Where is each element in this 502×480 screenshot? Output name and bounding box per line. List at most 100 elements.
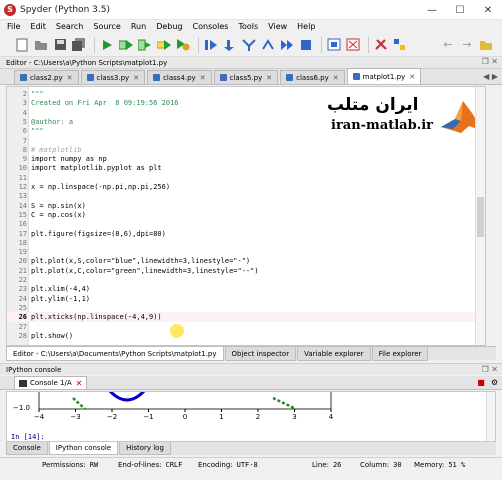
options-icon[interactable]: ⚙ [491, 378, 498, 387]
save-icon[interactable] [52, 37, 68, 53]
save-all-icon[interactable] [71, 37, 87, 53]
scrollbar-thumb[interactable] [477, 197, 484, 237]
file-tab[interactable]: class2.py ✕ [14, 70, 79, 84]
close-tab-icon[interactable]: ✕ [200, 74, 206, 82]
toolbar-separator [94, 36, 95, 53]
window-controls: — ☐ ✕ [418, 0, 502, 20]
console-scrollbar[interactable] [486, 392, 495, 441]
debug-icon[interactable] [203, 37, 219, 53]
sin-curve [108, 392, 146, 402]
menu-consoles[interactable]: Consoles [188, 22, 234, 31]
file-tab[interactable]: class6.py ✕ [280, 70, 345, 84]
continue-icon[interactable] [279, 37, 295, 53]
menu-run[interactable]: Run [126, 22, 151, 31]
file-tab-active[interactable]: matplot1.py ✕ [346, 68, 422, 84]
file-tab-label: class5.py [229, 73, 263, 82]
run-selection-icon[interactable] [156, 37, 172, 53]
run-icon[interactable] [99, 37, 115, 53]
tab-ipython-console[interactable]: IPython console [48, 442, 119, 455]
file-tab[interactable]: class5.py ✕ [213, 70, 279, 84]
ipython-title: IPython console [6, 365, 62, 374]
menu-source[interactable]: Source [88, 22, 125, 31]
close-console-icon[interactable]: ✕ [76, 379, 83, 388]
forward-icon[interactable]: → [459, 37, 475, 53]
plot-xtick-label: 0 [183, 413, 187, 421]
tab-variable-explorer[interactable]: Variable explorer [297, 347, 371, 361]
toolbar-separator [368, 36, 369, 53]
menu-debug[interactable]: Debug [151, 22, 187, 31]
close-tab-icon[interactable]: ✕ [67, 74, 73, 82]
status-encoding: Encoding: UTF-8 [198, 460, 258, 469]
close-tab-icon[interactable]: ✕ [409, 73, 415, 81]
console-tab[interactable]: Console 1/A ✕ [14, 376, 88, 389]
menu-search[interactable]: Search [51, 22, 88, 31]
editor-scrollbar[interactable] [475, 87, 485, 345]
pane-controls[interactable]: ❐ ✕ [482, 57, 498, 66]
maximize-pane-icon[interactable] [326, 37, 342, 53]
tab-file-explorer[interactable]: File explorer [371, 347, 429, 361]
window-title: Spyder (Python 3.5) [20, 4, 110, 15]
open-file-icon[interactable] [33, 37, 49, 53]
ipython-console[interactable]: −1.0 −4 −3 −2 −1 0 1 2 3 4 In [14]: [6, 391, 496, 442]
menu-bar: File Edit Search Source Run Debug Consol… [0, 20, 502, 33]
console-tab-label: Console 1/A [30, 379, 72, 387]
plot-xtick-label: 3 [292, 413, 296, 421]
menu-edit[interactable]: Edit [25, 22, 51, 31]
tab-object-inspector[interactable]: Object inspector [224, 347, 297, 361]
minimize-button[interactable]: — [418, 0, 446, 20]
step-icon[interactable] [222, 37, 238, 53]
mouse-cursor-highlight [170, 324, 184, 338]
menu-tools[interactable]: Tools [233, 22, 263, 31]
plot-xtick-label: −3 [70, 413, 80, 421]
step-into-icon[interactable] [241, 37, 257, 53]
stop-icon[interactable]: ■ [477, 378, 485, 387]
file-tab[interactable]: class4.py ✕ [147, 70, 212, 84]
code-line[interactable]: 28 plt.show() [7, 331, 485, 341]
new-file-icon[interactable] [14, 37, 30, 53]
python-path-icon[interactable] [392, 37, 408, 53]
maximize-button[interactable]: ☐ [446, 0, 474, 20]
fullscreen-icon[interactable] [345, 37, 361, 53]
preferences-icon[interactable] [373, 37, 389, 53]
status-column: Column: 30 [360, 460, 402, 469]
editor-pane-title: Editor - C:\Users\a\Python Scripts\matpl… [0, 57, 502, 69]
file-tab[interactable]: class3.py ✕ [80, 70, 146, 84]
status-bar: Permissions: RW End-of-lines: CRLF Encodin… [0, 457, 502, 471]
close-tab-icon[interactable]: ✕ [333, 74, 339, 82]
tab-console[interactable]: Console [6, 442, 48, 455]
tab-editor[interactable]: Editor - C:\Users\a\Documents\Python Scr… [6, 347, 224, 361]
cos-curve-right [272, 396, 297, 411]
file-tab-label: class4.py [163, 73, 196, 82]
plot-xtick-label: −2 [107, 413, 117, 421]
close-tab-icon[interactable]: ✕ [266, 74, 272, 82]
browse-folder-icon[interactable] [478, 37, 494, 53]
close-button[interactable]: ✕ [474, 0, 502, 20]
main-toolbar: ← → [0, 33, 502, 57]
menu-view[interactable]: View [263, 22, 292, 31]
menu-help[interactable]: Help [292, 22, 320, 31]
pane-controls[interactable]: ❐ ✕ [482, 365, 498, 374]
cos-curve-left [72, 397, 86, 410]
file-tab-label: class3.py [96, 73, 130, 82]
run-config-icon[interactable] [175, 37, 191, 53]
menu-file[interactable]: File [2, 22, 25, 31]
title-bar: S Spyder (Python 3.5) — ☐ ✕ [0, 0, 502, 20]
run-cell-icon[interactable] [118, 37, 134, 53]
status-eol: End-of-lines: CRLF [118, 460, 183, 469]
file-tab-label: class2.py [30, 73, 63, 82]
toolbar-separator [321, 36, 322, 53]
code-editor[interactable]: 2 """ 3 Created on Fri Apr 8 09:19:56 2016 4… [6, 86, 486, 346]
close-tab-icon[interactable]: ✕ [133, 74, 139, 82]
back-icon[interactable]: ← [440, 37, 456, 53]
step-return-icon[interactable] [260, 37, 276, 53]
status-line: Line: 26 [312, 460, 342, 469]
run-cell-advance-icon[interactable] [137, 37, 153, 53]
stop-debug-icon[interactable] [298, 37, 314, 53]
console-prompt[interactable]: In [14]: [11, 433, 45, 441]
watermark-text-fa: ایران متلب [327, 95, 419, 115]
tabs-scroll-arrows[interactable]: ◀ ▶ [483, 72, 498, 81]
plot-xtick-label: 1 [219, 413, 223, 421]
status-permissions: Permissions: RW [42, 460, 99, 469]
plot-xtick-label: −1 [143, 413, 153, 421]
tab-history-log[interactable]: History log [119, 442, 171, 455]
